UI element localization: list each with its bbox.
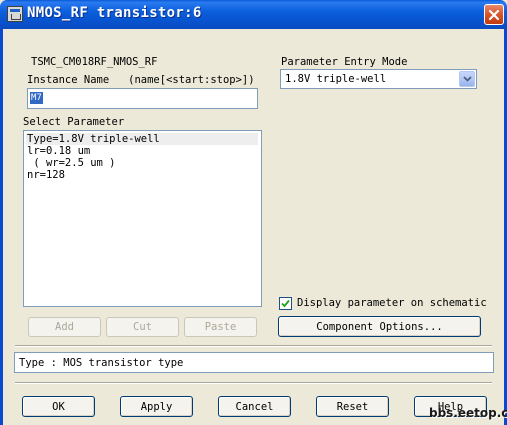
window-title: NMOS_RF transistor:6: [27, 5, 202, 21]
component-options-button[interactable]: Component Options...: [278, 316, 481, 337]
apply-button[interactable]: Apply: [120, 396, 193, 417]
list-item[interactable]: ( wr=2.5 um ): [27, 157, 115, 169]
ok-button[interactable]: OK: [22, 396, 95, 417]
instance-name-value: M7: [30, 92, 43, 104]
list-item[interactable]: Type=1.8V triple-well: [26, 133, 258, 145]
list-item[interactable]: nr=128: [27, 169, 65, 181]
instance-name-input[interactable]: M7: [27, 88, 258, 109]
dropdown-button[interactable]: [459, 71, 475, 87]
status-field: Type : MOS transistor type: [14, 352, 494, 373]
parameter-listbox[interactable]: Type=1.8V triple-well lr=0.18 um ( wr=2.…: [23, 130, 262, 307]
separator: [15, 345, 492, 347]
chevron-down-icon: [462, 76, 472, 82]
instance-name-label: Instance Name (name[<start:stop>]): [27, 74, 255, 86]
status-text: Type : MOS transistor type: [19, 357, 184, 369]
app-icon: [7, 6, 23, 22]
entry-mode-value: 1.8V triple-well: [285, 73, 387, 85]
separator: [15, 382, 492, 384]
display-parameter-checkbox[interactable]: [279, 297, 292, 310]
close-icon: [488, 9, 500, 20]
close-button[interactable]: [484, 4, 504, 25]
dialog-window: NMOS_RF transistor:6 TSMC_CM018RF_NMOS_R…: [0, 0, 507, 425]
list-item[interactable]: lr=0.18 um: [27, 145, 90, 157]
add-button[interactable]: Add: [28, 317, 101, 337]
entry-mode-select[interactable]: 1.8V triple-well: [280, 69, 477, 89]
watermark: bbs.eetop.cn: [429, 406, 507, 420]
title-bar[interactable]: NMOS_RF transistor:6: [0, 0, 507, 29]
display-parameter-label[interactable]: Display parameter on schematic: [297, 297, 487, 310]
check-icon: [281, 299, 290, 308]
entry-mode-label: Parameter Entry Mode: [281, 56, 408, 68]
cut-button[interactable]: Cut: [106, 317, 179, 337]
window-frame-left: [0, 29, 3, 425]
reset-button[interactable]: Reset: [316, 396, 389, 417]
select-parameter-label: Select Parameter: [23, 116, 125, 128]
cell-name-label: TSMC_CM018RF_NMOS_RF: [31, 56, 158, 68]
paste-button[interactable]: Paste: [184, 317, 257, 337]
cancel-button[interactable]: Cancel: [218, 396, 291, 417]
